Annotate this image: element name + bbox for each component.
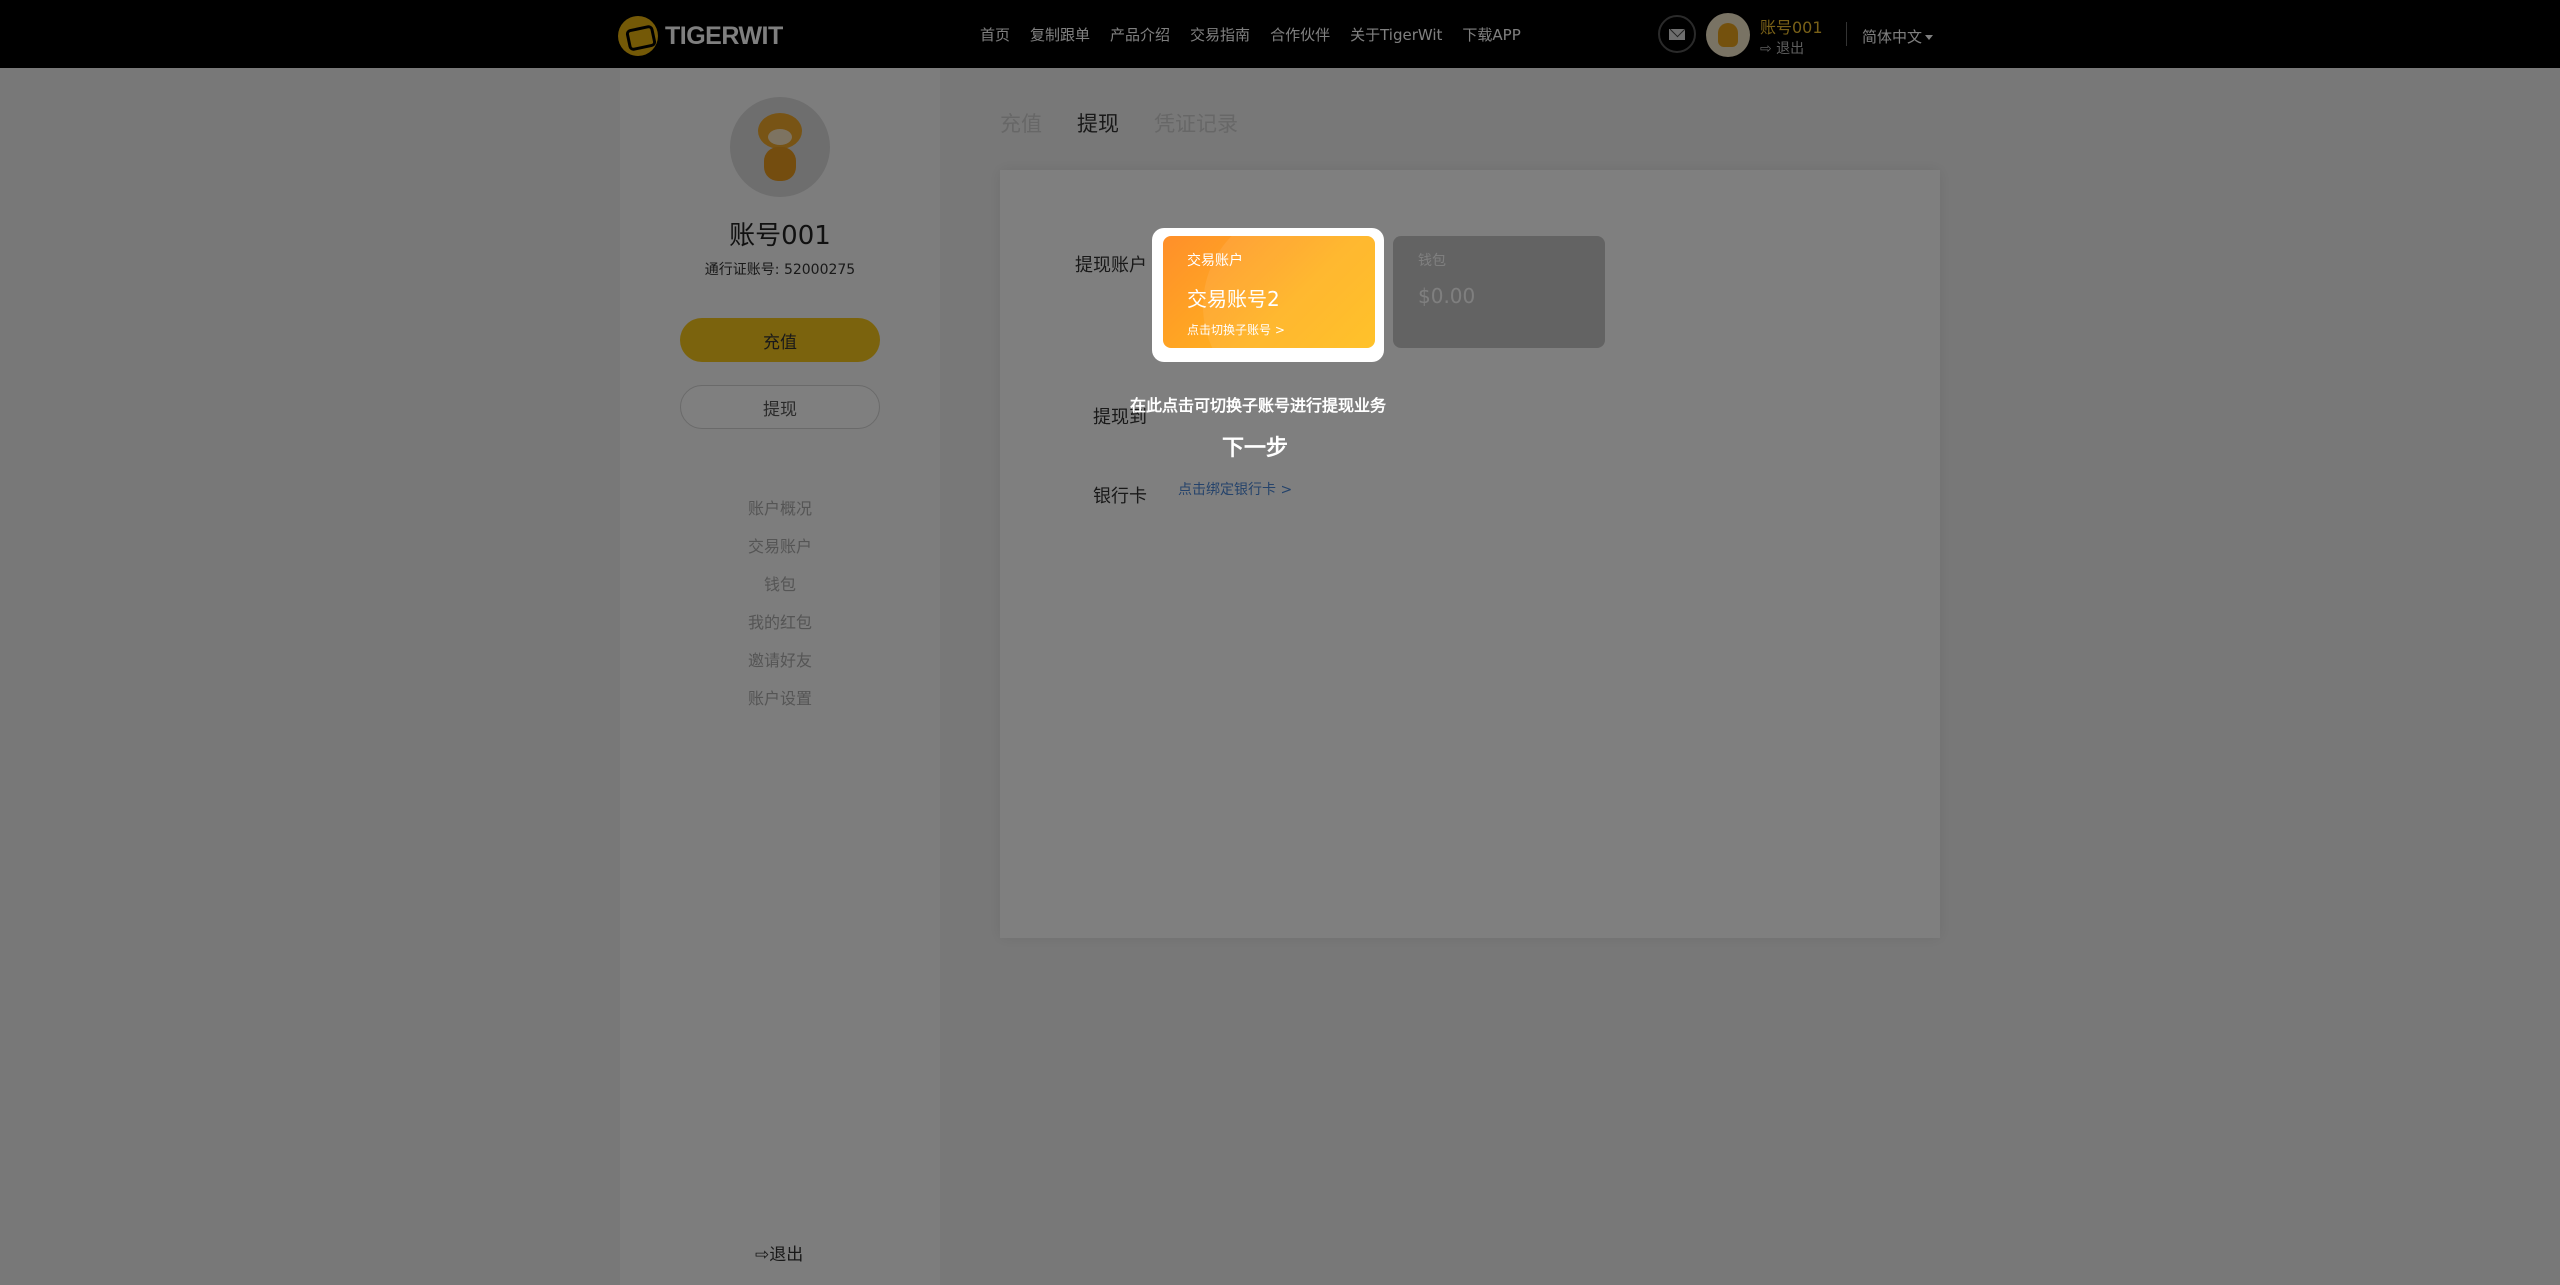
tutorial-tip: 在此点击可切换子账号进行提现业务: [1130, 396, 1387, 415]
switch-sub-account-link[interactable]: 点击切换子账号 >: [1187, 321, 1285, 338]
tutorial-overlay: [0, 0, 2560, 1285]
trading-card-name: 交易账号2: [1187, 287, 1280, 311]
trading-card-label: 交易账户: [1187, 253, 1243, 269]
next-step-button[interactable]: 下一步: [1222, 430, 1288, 462]
